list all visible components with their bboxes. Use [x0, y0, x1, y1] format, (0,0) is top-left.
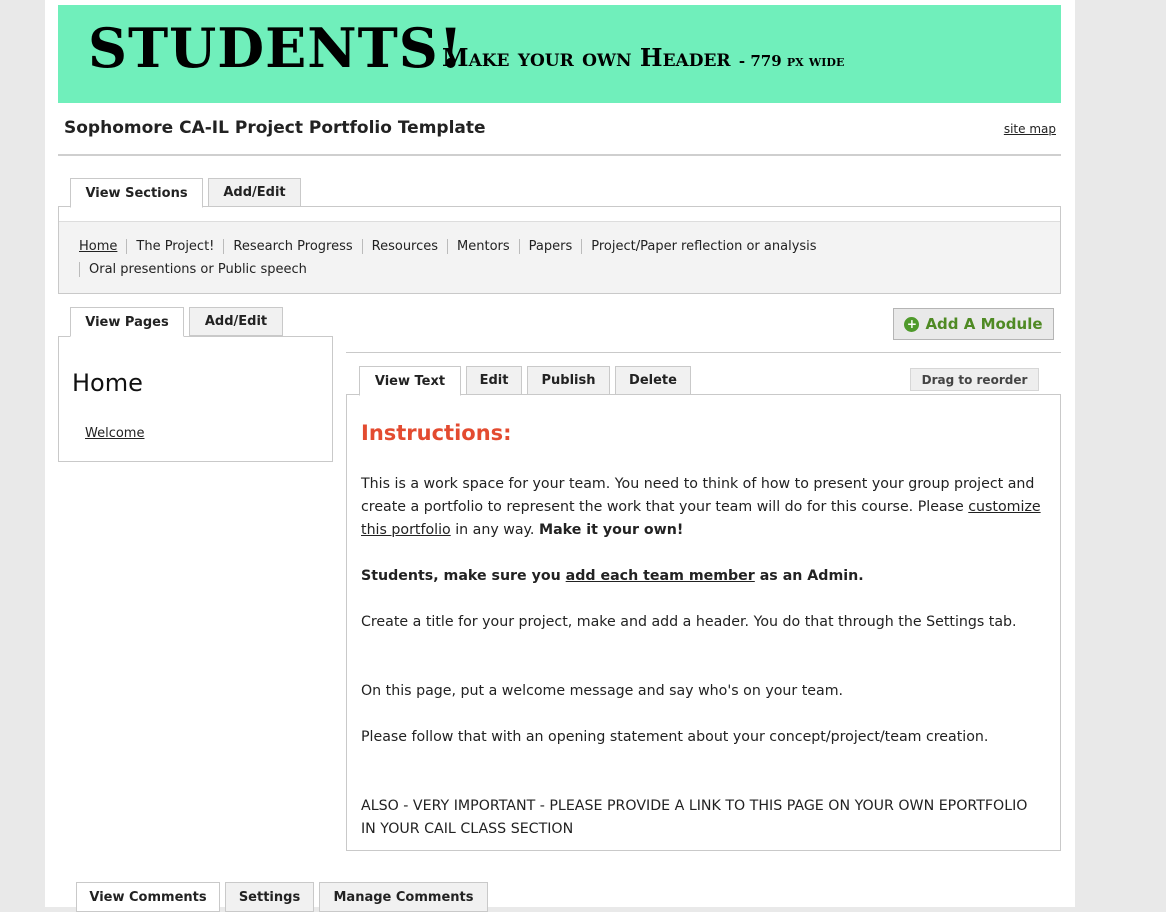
- paragraph-6: ALSO - VERY IMPORTANT - PLEASE PROVIDE A…: [361, 798, 1028, 837]
- paragraph-4: On this page, put a welcome message and …: [361, 683, 844, 699]
- module-content: Instructions: This is a work space for y…: [346, 394, 1061, 851]
- sections-panel: Home The Project! Research Progress Reso…: [58, 206, 1061, 294]
- tab-settings[interactable]: Settings: [225, 882, 314, 912]
- sections-nav-line2: Oral presentions or Public speech: [79, 262, 316, 277]
- page: STUDENTS! Make your own Header - 779 px …: [45, 0, 1075, 912]
- add-module-label: Add A Module: [925, 315, 1043, 333]
- section-link-resources[interactable]: Resources: [361, 239, 447, 254]
- sitemap-link[interactable]: site map: [1004, 122, 1056, 136]
- site-title: Sophomore CA-IL Project Portfolio Templa…: [64, 118, 486, 138]
- tab-edit[interactable]: Edit: [466, 366, 522, 395]
- section-link-project[interactable]: The Project!: [126, 239, 223, 254]
- header-small-main: Make your own Header: [442, 43, 731, 72]
- pages-heading: Home: [72, 369, 143, 397]
- header-small-text: Make your own Header - 779 px wide: [442, 43, 844, 72]
- header-banner: STUDENTS! Make your own Header - 779 px …: [58, 5, 1061, 103]
- header-big-text: STUDENTS!: [88, 16, 464, 80]
- plus-circle-icon: +: [904, 316, 920, 332]
- section-link-home[interactable]: Home: [79, 239, 126, 254]
- section-link-research-progress[interactable]: Research Progress: [223, 239, 361, 254]
- section-link-mentors[interactable]: Mentors: [447, 239, 519, 254]
- add-module-button[interactable]: + Add A Module: [893, 308, 1054, 340]
- title-divider: [58, 154, 1061, 156]
- tab-publish[interactable]: Publish: [527, 366, 610, 395]
- header-small-suffix: - 779 px wide: [738, 52, 845, 70]
- drag-to-reorder-handle[interactable]: Drag to reorder: [910, 368, 1039, 391]
- paragraph-1: This is a work space for your team. You …: [361, 476, 1041, 538]
- paragraph-3: Create a title for your project, make an…: [361, 614, 1017, 630]
- tab-view-pages[interactable]: View Pages: [70, 307, 184, 337]
- paragraph-2: Students, make sure you add each team me…: [361, 568, 864, 584]
- tab-view-comments[interactable]: View Comments: [76, 882, 220, 912]
- tab-manage-comments[interactable]: Manage Comments: [319, 882, 488, 912]
- section-link-papers[interactable]: Papers: [518, 239, 582, 254]
- tab-delete[interactable]: Delete: [615, 366, 691, 395]
- sections-nav-line1: Home The Project! Research Progress Reso…: [79, 239, 826, 254]
- paragraph-5: Please follow that with an opening state…: [361, 729, 989, 745]
- tab-view-text[interactable]: View Text: [359, 366, 461, 396]
- tab-add-edit-sections[interactable]: Add/Edit: [208, 178, 301, 207]
- section-link-oral-presentations[interactable]: Oral presentions or Public speech: [79, 262, 316, 277]
- instructions-heading: Instructions:: [361, 421, 512, 445]
- section-link-reflection[interactable]: Project/Paper reflection or analysis: [581, 239, 825, 254]
- pages-panel: Home Welcome: [58, 336, 333, 462]
- add-team-member-link[interactable]: add each team member: [566, 568, 755, 584]
- tab-view-sections[interactable]: View Sections: [70, 178, 203, 208]
- page-link-welcome[interactable]: Welcome: [85, 426, 144, 441]
- tab-add-edit-pages[interactable]: Add/Edit: [189, 307, 283, 336]
- module-divider: [346, 352, 1061, 353]
